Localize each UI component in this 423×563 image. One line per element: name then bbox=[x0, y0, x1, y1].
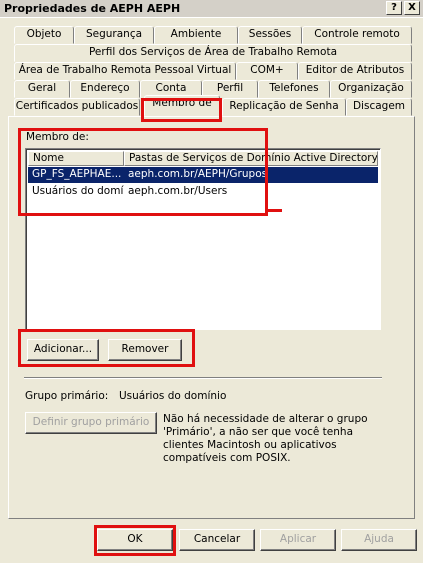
tab-ambiente[interactable]: Ambiente bbox=[154, 26, 238, 44]
list-item-name: Usuários do domí... bbox=[32, 185, 124, 197]
remove-button[interactable]: Remover bbox=[108, 339, 182, 361]
primary-group-value: Usuários do domínio bbox=[119, 390, 227, 402]
tab-controle-remoto[interactable]: Controle remoto bbox=[302, 26, 412, 44]
primary-group-label: Grupo primário: bbox=[25, 390, 109, 402]
tab-objeto[interactable]: Objeto bbox=[14, 26, 74, 44]
tab-replicacao-senha[interactable]: Replicação de Senha bbox=[222, 98, 346, 116]
list-item[interactable]: Usuários do domí... aeph.com.br/Users bbox=[28, 184, 378, 200]
add-button[interactable]: Adicionar... bbox=[27, 339, 99, 361]
primary-group-note: Não há necessidade de alterar o grupo 'P… bbox=[163, 413, 368, 464]
list-item-name: GP_FS_AEPHAE... bbox=[32, 168, 122, 180]
list-item-folder: aeph.com.br/Users bbox=[128, 185, 228, 197]
ok-button[interactable]: OK bbox=[97, 529, 173, 551]
help-title-button[interactable]: ? bbox=[386, 1, 402, 15]
list-header: Nome Pastas de Serviços de Domínio Activ… bbox=[28, 151, 378, 166]
title-bar: Propriedades de AEPH AEPH ? X bbox=[0, 0, 423, 18]
help-button[interactable]: Ajuda bbox=[341, 529, 417, 551]
tab-seguranca[interactable]: Segurança bbox=[74, 26, 154, 44]
tab-area-trabalho-remota-pessoal-virtual[interactable]: Área de Trabalho Remota Pessoal Virtual bbox=[14, 62, 236, 80]
member-of-label: Membro de: bbox=[26, 131, 89, 143]
tab-sessoes[interactable]: Sessões bbox=[238, 26, 302, 44]
member-of-list[interactable]: Nome Pastas de Serviços de Domínio Activ… bbox=[25, 148, 381, 330]
section-divider bbox=[24, 377, 382, 379]
column-header-nome[interactable]: Nome bbox=[28, 151, 124, 166]
cancel-button[interactable]: Cancelar bbox=[179, 529, 255, 551]
window-title: Propriedades de AEPH AEPH bbox=[4, 2, 181, 15]
tab-com-plus[interactable]: COM+ bbox=[236, 62, 298, 80]
list-item-folder: aeph.com.br/AEPH/Grupos bbox=[128, 168, 268, 180]
tab-perfil-servicos-area-trabalho-remota[interactable]: Perfil dos Serviços de Área de Trabalho … bbox=[14, 44, 412, 62]
set-primary-group-button[interactable]: Definir grupo primário bbox=[25, 412, 157, 434]
tab-telefones[interactable]: Telefones bbox=[258, 80, 330, 98]
close-icon[interactable]: X bbox=[404, 1, 420, 15]
column-header-pastas[interactable]: Pastas de Serviços de Domínio Active Dir… bbox=[124, 151, 378, 166]
properties-dialog: Propriedades de AEPH AEPH ? X Objeto Seg… bbox=[0, 0, 423, 563]
tab-membro-de[interactable]: Membro de bbox=[144, 95, 220, 116]
tab-certificados-publicados[interactable]: Certificados publicados bbox=[14, 98, 140, 116]
tab-geral[interactable]: Geral bbox=[14, 80, 70, 98]
tab-organizacao[interactable]: Organização bbox=[330, 80, 412, 98]
tab-discagem[interactable]: Discagem bbox=[346, 98, 412, 116]
tab-editor-atributos[interactable]: Editor de Atributos bbox=[298, 62, 412, 80]
list-item[interactable]: GP_FS_AEPHAE... aeph.com.br/AEPH/Grupos bbox=[28, 167, 378, 183]
tab-endereco[interactable]: Endereço bbox=[70, 80, 140, 98]
apply-button[interactable]: Aplicar bbox=[260, 529, 336, 551]
